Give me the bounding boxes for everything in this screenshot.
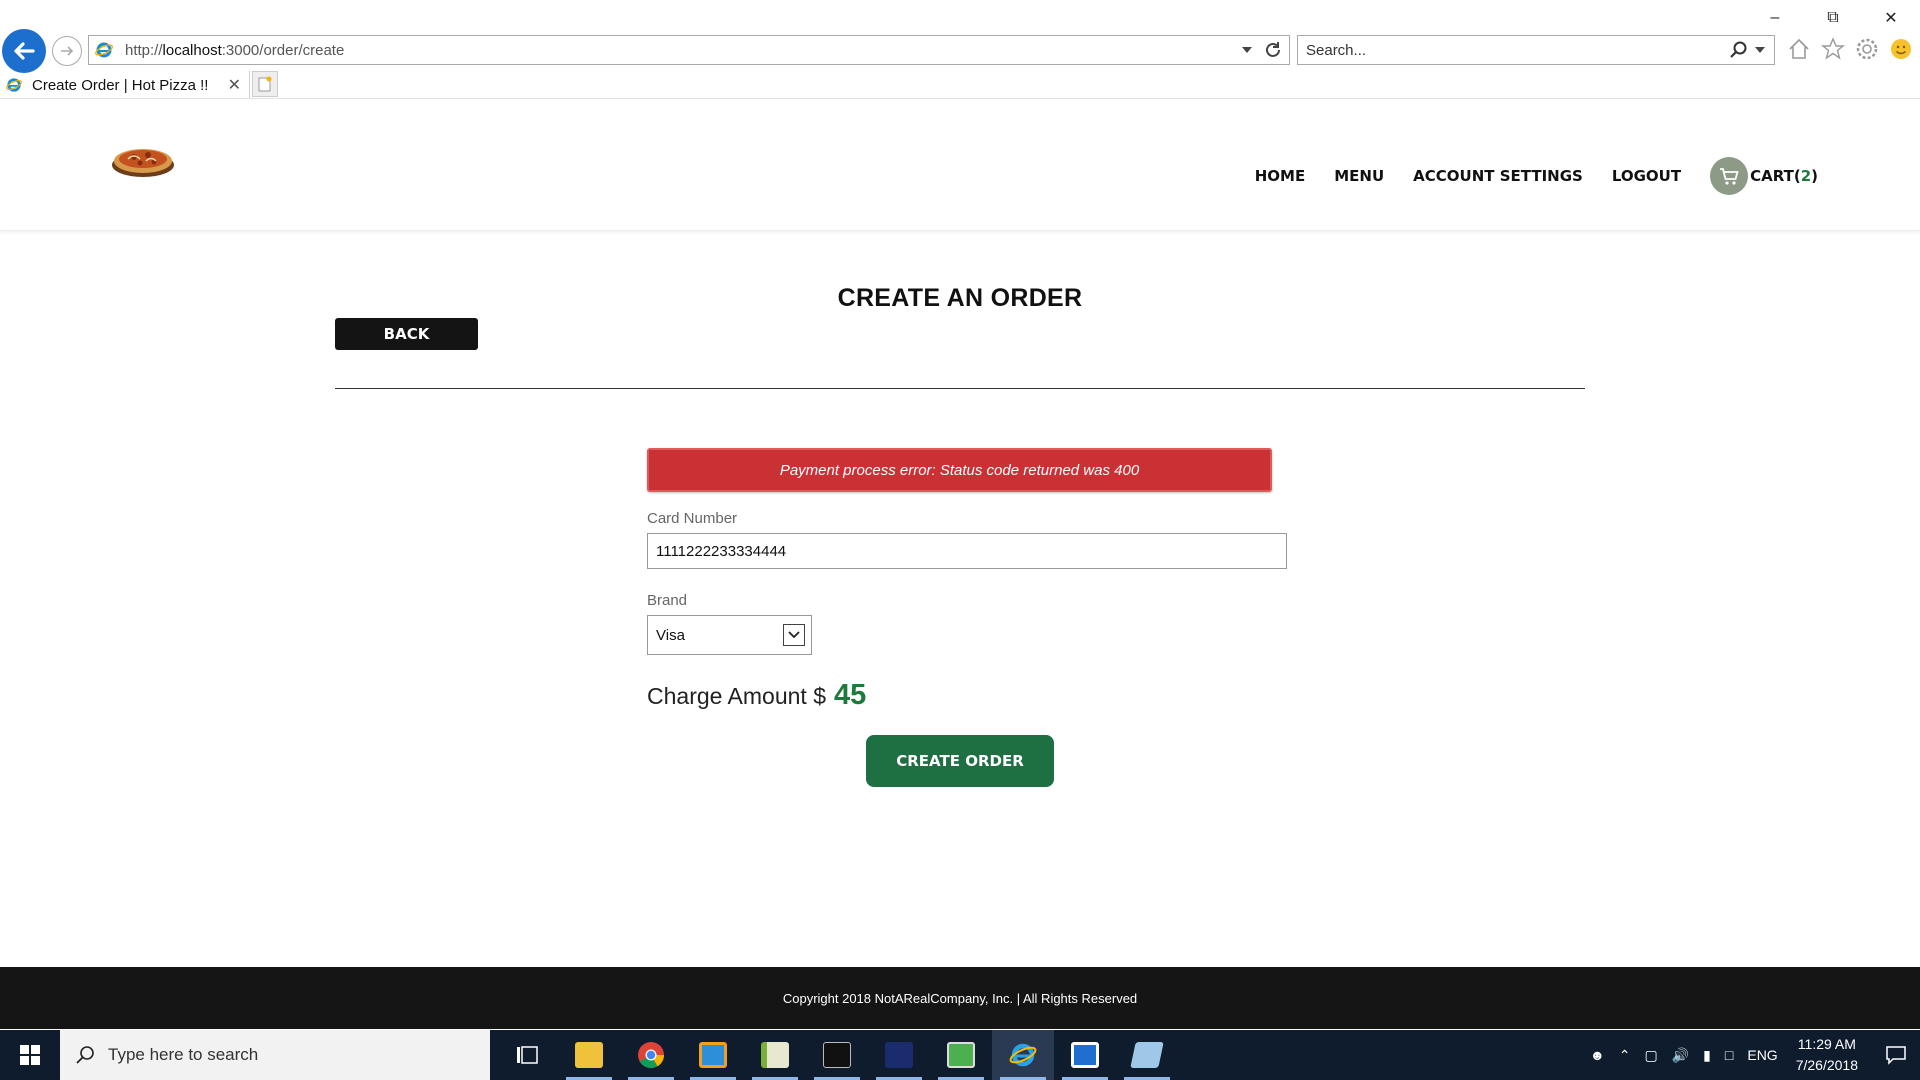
charge-value: 45 — [834, 679, 867, 711]
cart-icon — [1710, 157, 1749, 195]
card-number-field[interactable] — [647, 533, 1287, 569]
error-alert: Payment process error: Status code retur… — [647, 448, 1272, 492]
nav-logout[interactable]: LOGOUT — [1612, 167, 1681, 185]
browser-search-field[interactable]: Search... — [1297, 35, 1775, 65]
tab-title: Create Order | Hot Pizza !! — [32, 76, 209, 94]
url-path: :3000/order/create — [221, 41, 345, 59]
app-box-icon[interactable] — [682, 1030, 744, 1080]
app-doc-icon[interactable] — [1116, 1030, 1178, 1080]
new-tab-button[interactable] — [252, 71, 278, 97]
cart-label-close: ) — [1811, 167, 1818, 185]
nav-home[interactable]: HOME — [1255, 167, 1305, 185]
nav-account-settings[interactable]: ACCOUNT SETTINGS — [1413, 167, 1583, 185]
url-host: localhost — [162, 41, 222, 59]
clock-date: 7/26/2018 — [1795, 1057, 1858, 1073]
site-header: HOME MENU ACCOUNT SETTINGS LOGOUT CART(2… — [0, 99, 1920, 231]
chevron-down-icon[interactable] — [783, 624, 805, 646]
search-icon[interactable] — [1728, 40, 1748, 60]
brand-selected-value: Visa — [656, 626, 685, 644]
minimize-icon[interactable]: – — [1746, 6, 1804, 30]
home-icon[interactable] — [1786, 36, 1812, 62]
main-nav: HOME MENU ACCOUNT SETTINGS LOGOUT CART(2… — [1226, 157, 1818, 195]
smiley-feedback-icon[interactable] — [1888, 36, 1914, 62]
chevron-up-icon[interactable]: ⌃ — [1619, 1047, 1631, 1064]
taskbar-search-field[interactable]: Type here to search — [60, 1030, 490, 1080]
close-icon[interactable]: ✕ — [1862, 6, 1920, 30]
chevron-down-icon[interactable] — [1754, 45, 1766, 55]
chrome-icon[interactable] — [620, 1030, 682, 1080]
charge-label: Charge Amount $ — [647, 683, 827, 709]
windows-taskbar: Type here to search ☻ ⌃ ▢ 🔊 ▮ □ ENG 11:2… — [0, 1030, 1920, 1080]
app-bracket-icon[interactable] — [1054, 1030, 1116, 1080]
new-tab-icon — [258, 76, 272, 92]
back-nav-button[interactable] — [2, 29, 46, 73]
notepad-icon[interactable] — [744, 1030, 806, 1080]
file-explorer-icon[interactable] — [558, 1030, 620, 1080]
internet-explorer-icon[interactable] — [992, 1030, 1054, 1080]
tab-close-icon[interactable]: ✕ — [228, 75, 241, 95]
network-icon[interactable]: □ — [1725, 1047, 1733, 1063]
battery-icon[interactable]: ▮ — [1703, 1047, 1711, 1064]
taskbar-search-placeholder: Type here to search — [108, 1045, 259, 1064]
gear-icon[interactable] — [1854, 36, 1880, 62]
url-prefix: http:// — [125, 41, 163, 59]
app-chart-icon[interactable] — [930, 1030, 992, 1080]
order-form: Payment process error: Status code retur… — [647, 448, 1287, 712]
browser-tab[interactable]: Create Order | Hot Pizza !! ✕ — [0, 71, 250, 99]
pizza-logo[interactable] — [110, 135, 176, 179]
nav-menu[interactable]: MENU — [1334, 167, 1384, 185]
start-button[interactable] — [0, 1030, 60, 1080]
charge-amount: Charge Amount $ 45 — [647, 679, 1287, 712]
forward-nav-button[interactable] — [52, 36, 82, 66]
dropdown-arrow-icon[interactable] — [1241, 45, 1253, 55]
restore-icon[interactable]: ⧉ — [1804, 6, 1862, 30]
language-indicator[interactable]: ENG — [1747, 1047, 1777, 1063]
address-bar[interactable]: http://localhost:3000/order/create — [88, 35, 1290, 65]
ie-page-icon — [95, 42, 113, 58]
people-icon[interactable]: ☻ — [1590, 1047, 1605, 1063]
system-tray: ☻ ⌃ ▢ 🔊 ▮ □ ENG 11:29 AM 7/26/2018 — [1576, 1034, 1920, 1076]
notification-icon[interactable] — [1872, 1044, 1920, 1066]
divider — [335, 388, 1585, 389]
browser-search-placeholder: Search... — [1306, 41, 1367, 59]
arrow-right-icon — [61, 46, 74, 56]
brand-select[interactable]: Visa — [647, 615, 812, 655]
cart-label: CART( — [1750, 167, 1801, 185]
task-view-icon[interactable] — [496, 1030, 558, 1080]
cart-count: 2 — [1800, 167, 1812, 185]
tablet-icon[interactable]: ▢ — [1645, 1047, 1658, 1064]
card-number-label: Card Number — [647, 510, 738, 527]
nav-cart[interactable]: CART(2) — [1710, 157, 1818, 195]
web-page: HOME MENU ACCOUNT SETTINGS LOGOUT CART(2… — [0, 99, 1920, 1029]
create-order-button[interactable]: CREATE ORDER — [866, 735, 1054, 787]
refresh-icon[interactable] — [1263, 40, 1283, 60]
copyright-text: Copyright 2018 NotARealCompany, Inc. | A… — [782, 990, 1138, 1006]
favorites-star-icon[interactable] — [1820, 36, 1846, 62]
page-title: CREATE AN ORDER — [837, 284, 1083, 312]
terminal-icon[interactable] — [806, 1030, 868, 1080]
brand-label: Brand — [647, 592, 688, 609]
site-footer: Copyright 2018 NotARealCompany, Inc. | A… — [0, 967, 1920, 1029]
app-r-icon[interactable] — [868, 1030, 930, 1080]
volume-icon[interactable]: 🔊 — [1672, 1047, 1689, 1064]
ie-tab-icon — [6, 78, 22, 92]
clock[interactable]: 11:29 AM 7/26/2018 — [1796, 1034, 1858, 1076]
search-icon — [76, 1046, 94, 1064]
windows-logo-icon — [20, 1045, 40, 1065]
back-button[interactable]: BACK — [335, 318, 478, 350]
browser-chrome: http://localhost:3000/order/create Searc… — [0, 0, 1920, 99]
arrow-left-icon — [14, 42, 35, 60]
clock-time: 11:29 AM — [1797, 1036, 1856, 1052]
